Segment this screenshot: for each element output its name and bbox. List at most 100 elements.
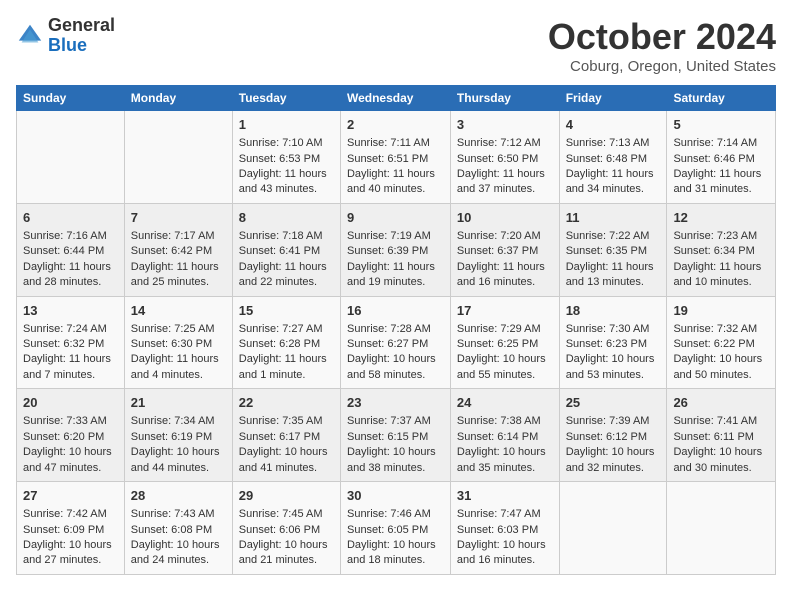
day-info: Sunset: 6:08 PM [131, 523, 226, 538]
calendar-cell: 6Sunrise: 7:16 AMSunset: 6:44 PMDaylight… [17, 203, 125, 296]
day-info: Daylight: 11 hours and 13 minutes. [566, 260, 661, 291]
calendar-cell: 20Sunrise: 7:33 AMSunset: 6:20 PMDayligh… [17, 389, 125, 482]
day-info: Daylight: 10 hours and 27 minutes. [23, 538, 118, 569]
calendar-cell: 31Sunrise: 7:47 AMSunset: 6:03 PMDayligh… [450, 482, 559, 575]
day-info: Daylight: 11 hours and 28 minutes. [23, 260, 118, 291]
day-number: 7 [131, 209, 226, 227]
location-subtitle: Coburg, Oregon, United States [548, 58, 776, 75]
day-info: Sunrise: 7:14 AM [673, 136, 769, 151]
day-info: Sunrise: 7:24 AM [23, 322, 118, 337]
day-info: Daylight: 11 hours and 10 minutes. [673, 260, 769, 291]
page-header: General Blue October 2024 Coburg, Oregon… [16, 16, 776, 75]
day-info: Sunrise: 7:38 AM [457, 414, 553, 429]
day-info: Sunrise: 7:35 AM [239, 414, 334, 429]
calendar-cell: 25Sunrise: 7:39 AMSunset: 6:12 PMDayligh… [559, 389, 667, 482]
day-number: 5 [673, 116, 769, 134]
day-info: Sunrise: 7:29 AM [457, 322, 553, 337]
day-info: Sunset: 6:19 PM [131, 430, 226, 445]
calendar-cell [667, 482, 776, 575]
title-block: October 2024 Coburg, Oregon, United Stat… [548, 16, 776, 75]
calendar-cell: 11Sunrise: 7:22 AMSunset: 6:35 PMDayligh… [559, 203, 667, 296]
day-number: 21 [131, 394, 226, 412]
day-info: Sunset: 6:41 PM [239, 244, 334, 259]
calendar-cell [17, 111, 125, 204]
day-info: Sunset: 6:03 PM [457, 523, 553, 538]
day-info: Sunrise: 7:28 AM [347, 322, 444, 337]
calendar-cell: 28Sunrise: 7:43 AMSunset: 6:08 PMDayligh… [124, 482, 232, 575]
calendar-cell [559, 482, 667, 575]
calendar-cell: 5Sunrise: 7:14 AMSunset: 6:46 PMDaylight… [667, 111, 776, 204]
day-info: Daylight: 10 hours and 53 minutes. [566, 352, 661, 383]
weekday-header-wednesday: Wednesday [340, 86, 450, 111]
day-info: Daylight: 10 hours and 50 minutes. [673, 352, 769, 383]
logo-general: General [48, 16, 115, 36]
day-info: Daylight: 11 hours and 40 minutes. [347, 167, 444, 198]
day-number: 17 [457, 302, 553, 320]
day-info: Daylight: 11 hours and 25 minutes. [131, 260, 226, 291]
calendar-cell: 3Sunrise: 7:12 AMSunset: 6:50 PMDaylight… [450, 111, 559, 204]
day-info: Sunset: 6:42 PM [131, 244, 226, 259]
day-info: Sunrise: 7:19 AM [347, 229, 444, 244]
day-number: 30 [347, 487, 444, 505]
day-number: 15 [239, 302, 334, 320]
day-number: 20 [23, 394, 118, 412]
day-info: Sunset: 6:14 PM [457, 430, 553, 445]
day-number: 13 [23, 302, 118, 320]
day-info: Sunrise: 7:25 AM [131, 322, 226, 337]
calendar-cell: 24Sunrise: 7:38 AMSunset: 6:14 PMDayligh… [450, 389, 559, 482]
calendar-cell: 27Sunrise: 7:42 AMSunset: 6:09 PMDayligh… [17, 482, 125, 575]
day-info: Daylight: 10 hours and 18 minutes. [347, 538, 444, 569]
day-info: Sunset: 6:37 PM [457, 244, 553, 259]
weekday-header-sunday: Sunday [17, 86, 125, 111]
calendar-cell: 16Sunrise: 7:28 AMSunset: 6:27 PMDayligh… [340, 296, 450, 389]
day-info: Sunset: 6:46 PM [673, 152, 769, 167]
day-info: Sunrise: 7:10 AM [239, 136, 334, 151]
day-info: Sunset: 6:32 PM [23, 337, 118, 352]
calendar-cell: 29Sunrise: 7:45 AMSunset: 6:06 PMDayligh… [232, 482, 340, 575]
day-info: Sunset: 6:15 PM [347, 430, 444, 445]
day-info: Daylight: 10 hours and 16 minutes. [457, 538, 553, 569]
day-number: 28 [131, 487, 226, 505]
day-info: Sunset: 6:48 PM [566, 152, 661, 167]
day-number: 25 [566, 394, 661, 412]
day-info: Daylight: 10 hours and 35 minutes. [457, 445, 553, 476]
calendar-cell: 22Sunrise: 7:35 AMSunset: 6:17 PMDayligh… [232, 389, 340, 482]
day-info: Sunrise: 7:12 AM [457, 136, 553, 151]
weekday-header-friday: Friday [559, 86, 667, 111]
day-number: 3 [457, 116, 553, 134]
day-number: 6 [23, 209, 118, 227]
day-number: 26 [673, 394, 769, 412]
calendar-cell [124, 111, 232, 204]
day-info: Daylight: 10 hours and 55 minutes. [457, 352, 553, 383]
day-number: 18 [566, 302, 661, 320]
calendar-cell: 21Sunrise: 7:34 AMSunset: 6:19 PMDayligh… [124, 389, 232, 482]
day-info: Sunset: 6:12 PM [566, 430, 661, 445]
day-info: Sunrise: 7:20 AM [457, 229, 553, 244]
day-number: 2 [347, 116, 444, 134]
weekday-header-monday: Monday [124, 86, 232, 111]
day-number: 23 [347, 394, 444, 412]
day-number: 12 [673, 209, 769, 227]
day-info: Daylight: 11 hours and 4 minutes. [131, 352, 226, 383]
logo-icon [16, 22, 44, 50]
day-info: Sunrise: 7:30 AM [566, 322, 661, 337]
day-info: Sunrise: 7:39 AM [566, 414, 661, 429]
day-number: 22 [239, 394, 334, 412]
logo-text: General Blue [48, 16, 115, 56]
calendar-cell: 2Sunrise: 7:11 AMSunset: 6:51 PMDaylight… [340, 111, 450, 204]
calendar-cell: 18Sunrise: 7:30 AMSunset: 6:23 PMDayligh… [559, 296, 667, 389]
day-info: Daylight: 11 hours and 22 minutes. [239, 260, 334, 291]
day-info: Sunrise: 7:17 AM [131, 229, 226, 244]
calendar-cell: 8Sunrise: 7:18 AMSunset: 6:41 PMDaylight… [232, 203, 340, 296]
calendar-header: SundayMondayTuesdayWednesdayThursdayFrid… [17, 86, 776, 111]
weekday-header-thursday: Thursday [450, 86, 559, 111]
day-number: 16 [347, 302, 444, 320]
day-info: Daylight: 11 hours and 37 minutes. [457, 167, 553, 198]
day-info: Sunrise: 7:23 AM [673, 229, 769, 244]
calendar-cell: 23Sunrise: 7:37 AMSunset: 6:15 PMDayligh… [340, 389, 450, 482]
day-info: Sunrise: 7:43 AM [131, 507, 226, 522]
calendar-week-5: 27Sunrise: 7:42 AMSunset: 6:09 PMDayligh… [17, 482, 776, 575]
day-info: Sunset: 6:11 PM [673, 430, 769, 445]
day-info: Daylight: 10 hours and 41 minutes. [239, 445, 334, 476]
day-number: 9 [347, 209, 444, 227]
